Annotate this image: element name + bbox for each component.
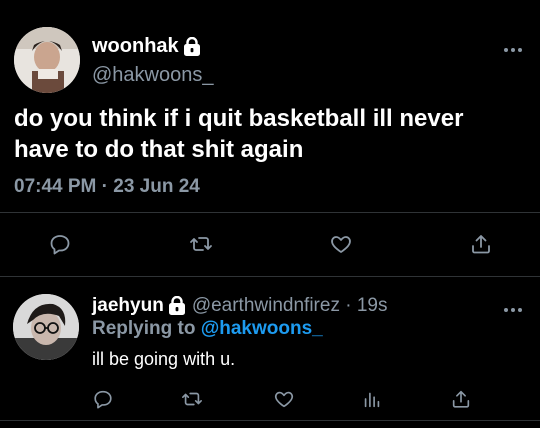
share-icon[interactable]	[447, 385, 475, 413]
lock-icon	[183, 36, 201, 57]
main-tweet: woonhak @hakwoons_ do you think if i qui…	[0, 0, 540, 276]
divider	[0, 420, 540, 421]
retweet-icon[interactable]	[187, 230, 215, 258]
retweet-icon[interactable]	[178, 385, 206, 413]
display-name[interactable]: jaehyun	[92, 295, 164, 317]
replying-to: Replying to @hakwoons_	[92, 318, 323, 340]
handle-and-time[interactable]: @earthwindnfirez · 19s	[192, 295, 388, 317]
divider	[0, 212, 540, 213]
handle[interactable]: @hakwoons_	[92, 64, 213, 87]
like-icon[interactable]	[270, 385, 298, 413]
display-name-row: jaehyun @earthwindnfirez · 19s	[92, 295, 387, 317]
lock-icon	[168, 295, 186, 316]
reply-icon[interactable]	[89, 385, 117, 413]
analytics-icon[interactable]	[358, 385, 386, 413]
reply-text: ill be going with u.	[92, 349, 236, 369]
more-icon[interactable]	[502, 42, 524, 52]
avatar[interactable]	[14, 27, 80, 93]
display-name[interactable]: woonhak	[92, 35, 179, 58]
tweet-text: do you think if i quit basketball ill ne…	[14, 105, 464, 163]
like-icon[interactable]	[327, 230, 355, 258]
avatar[interactable]	[13, 294, 79, 360]
divider	[0, 276, 540, 277]
timestamp[interactable]: 07:44 PM · 23 Jun 24	[14, 176, 200, 198]
replying-to-handle-link[interactable]: @hakwoons_	[201, 318, 323, 339]
more-icon[interactable]	[502, 302, 524, 312]
replying-to-label: Replying to	[92, 318, 196, 339]
display-name-row: woonhak	[92, 35, 201, 58]
reply-icon[interactable]	[46, 230, 74, 258]
share-icon[interactable]	[467, 230, 495, 258]
